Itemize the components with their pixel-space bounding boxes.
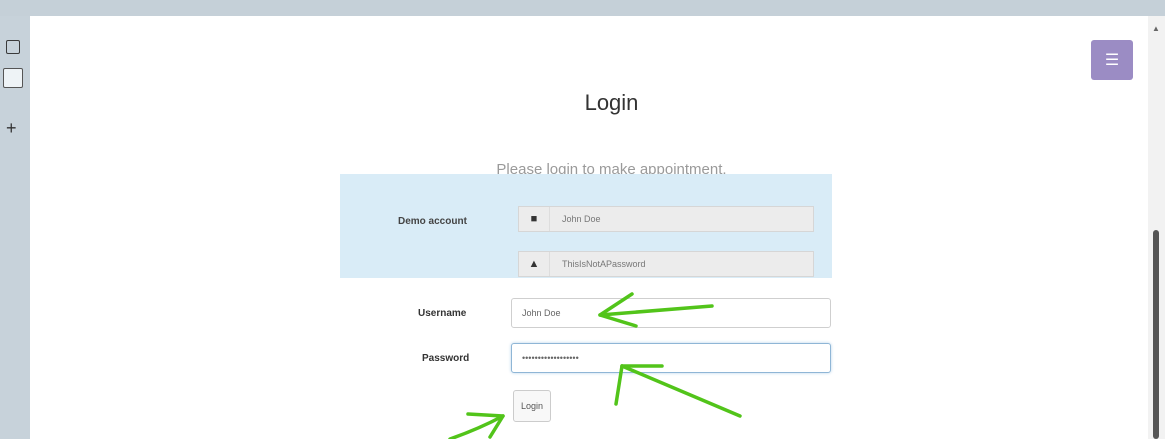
vertical-tab-strip: + — [0, 16, 30, 439]
menu-icon: ☰ — [1104, 52, 1120, 69]
page-viewport: ☰ Login Please login to make appointment… — [30, 16, 1148, 439]
scroll-up-arrow-icon[interactable]: ▲ — [1152, 24, 1160, 33]
demo-account-label: Demo account — [398, 216, 467, 227]
login-button[interactable]: Login — [513, 390, 551, 422]
password-input[interactable] — [511, 343, 831, 373]
page-title: Login — [584, 90, 639, 115]
new-tab-plus-icon[interactable]: + — [6, 119, 17, 137]
tab-icon[interactable] — [6, 40, 20, 54]
user-icon: ■ — [519, 207, 550, 231]
demo-password-field: ▲ ThisIsNotAPassword — [518, 251, 814, 277]
demo-password-value: ThisIsNotAPassword — [562, 259, 646, 269]
password-label: Password — [422, 353, 470, 364]
demo-account-panel: Demo account ■ John Doe ▲ ThisIsNotAPass… — [340, 174, 832, 278]
active-tab-icon[interactable] — [3, 68, 23, 88]
vertical-scrollbar[interactable]: ▲ — [1148, 16, 1165, 439]
menu-toggle-button[interactable]: ☰ — [1091, 40, 1133, 80]
lock-icon: ▲ — [519, 252, 550, 276]
demo-username-value: John Doe — [562, 214, 601, 224]
scrollbar-thumb[interactable] — [1153, 230, 1159, 439]
browser-toolbar — [0, 0, 1165, 16]
username-input[interactable] — [511, 298, 831, 328]
username-label: Username — [418, 308, 467, 319]
demo-username-field: ■ John Doe — [518, 206, 814, 232]
